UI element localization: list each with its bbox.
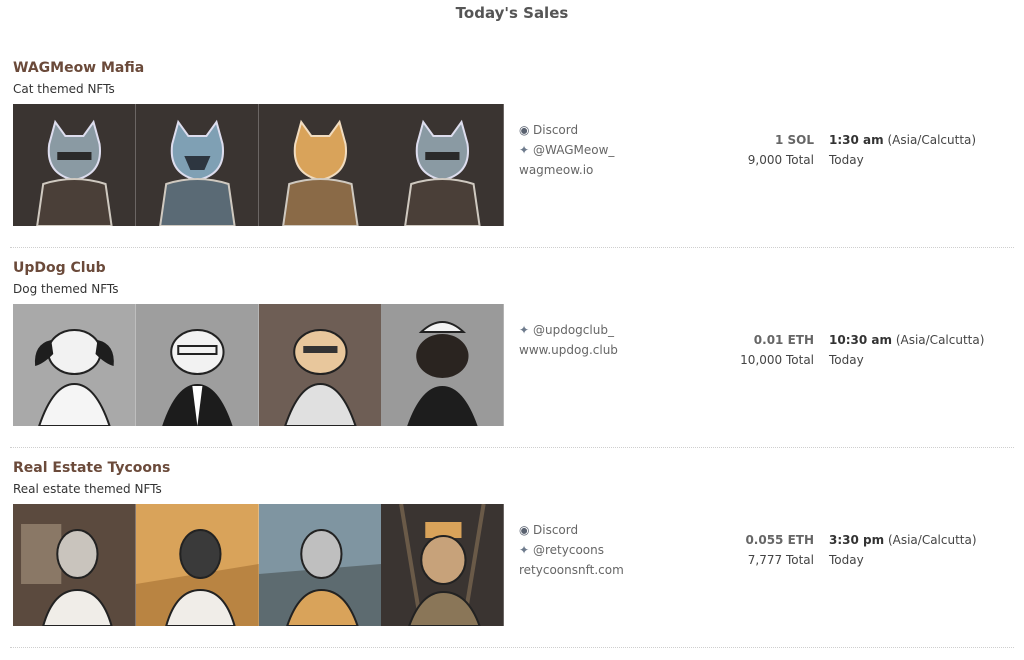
project-description: Dog themed NFTs <box>13 282 119 296</box>
twitter-link[interactable]: ✦ @updogclub_ <box>519 320 618 340</box>
nft-image <box>135 504 259 626</box>
sale-time: 10:30 am <box>829 333 892 347</box>
project-description: Cat themed NFTs <box>13 82 115 96</box>
twitter-bird-icon: ✦ <box>519 143 530 157</box>
project-links: ✦ @updogclub_ www.updog.club <box>519 320 618 360</box>
nft-image <box>135 304 259 426</box>
project-description: Real estate themed NFTs <box>13 482 162 496</box>
nft-preview-strip <box>13 104 504 226</box>
price-block: 0.055 ETH 7,777 Total <box>745 530 814 570</box>
page-title: Today's Sales <box>455 4 569 22</box>
nft-preview-strip <box>13 504 504 626</box>
twitter-bird-icon: ✦ <box>519 323 530 337</box>
nft-image <box>381 104 504 226</box>
price-block: 0.01 ETH 10,000 Total <box>740 330 814 370</box>
nft-image <box>381 504 504 626</box>
timezone: (Asia/Calcutta) <box>895 333 985 347</box>
project-card: WAGMeow Mafia Cat themed NFTs ◉ Discord … <box>12 60 1014 260</box>
sale-day: Today <box>829 153 864 167</box>
mint-price: 0.055 ETH <box>745 533 814 547</box>
nft-preview-strip <box>13 304 504 426</box>
website-link[interactable]: www.updog.club <box>519 340 618 360</box>
sale-day: Today <box>829 353 864 367</box>
nft-image <box>135 104 259 226</box>
section-divider <box>10 247 1014 248</box>
timezone: (Asia/Calcutta) <box>887 133 977 147</box>
total-supply: 10,000 Total <box>740 353 814 367</box>
nft-image <box>258 104 382 226</box>
sale-time-block: 3:30 pm (Asia/Calcutta) Today <box>829 530 977 570</box>
twitter-link[interactable]: ✦ @WAGMeow_ <box>519 140 614 160</box>
mint-price: 0.01 ETH <box>753 333 814 347</box>
discord-icon: ◉ <box>519 123 530 137</box>
discord-link[interactable]: ◉ Discord <box>519 120 614 140</box>
project-card: Real Estate Tycoons Real estate themed N… <box>12 460 1014 660</box>
project-links: ◉ Discord ✦ @WAGMeow_ wagmeow.io <box>519 120 614 180</box>
sale-day: Today <box>829 553 864 567</box>
nft-image <box>13 304 136 426</box>
sale-time-block: 1:30 am (Asia/Calcutta) Today <box>829 130 976 170</box>
project-links: ◉ Discord ✦ @retycoons retycoonsnft.com <box>519 520 624 580</box>
nft-image <box>13 504 136 626</box>
website-link[interactable]: retycoonsnft.com <box>519 560 624 580</box>
project-name[interactable]: Real Estate Tycoons <box>13 460 170 476</box>
mint-price: 1 SOL <box>774 133 814 147</box>
section-divider <box>10 447 1014 448</box>
sale-time-block: 10:30 am (Asia/Calcutta) Today <box>829 330 984 370</box>
project-name[interactable]: UpDog Club <box>13 260 106 276</box>
nft-image <box>258 504 382 626</box>
price-block: 1 SOL 9,000 Total <box>748 130 814 170</box>
discord-link[interactable]: ◉ Discord <box>519 520 624 540</box>
project-name[interactable]: WAGMeow Mafia <box>13 60 144 76</box>
twitter-link[interactable]: ✦ @retycoons <box>519 540 624 560</box>
total-supply: 7,777 Total <box>747 553 814 567</box>
discord-icon: ◉ <box>519 523 530 537</box>
nft-image <box>381 304 504 426</box>
section-divider <box>10 647 1014 648</box>
timezone: (Asia/Calcutta) <box>887 533 977 547</box>
sale-time: 3:30 pm <box>829 533 885 547</box>
twitter-bird-icon: ✦ <box>519 543 530 557</box>
nft-image <box>13 104 136 226</box>
sale-time: 1:30 am <box>829 133 884 147</box>
website-link[interactable]: wagmeow.io <box>519 160 614 180</box>
total-supply: 9,000 Total <box>747 153 814 167</box>
project-card: UpDog Club Dog themed NFTs ✦ @updogclub_… <box>12 260 1014 460</box>
nft-image <box>258 304 382 426</box>
